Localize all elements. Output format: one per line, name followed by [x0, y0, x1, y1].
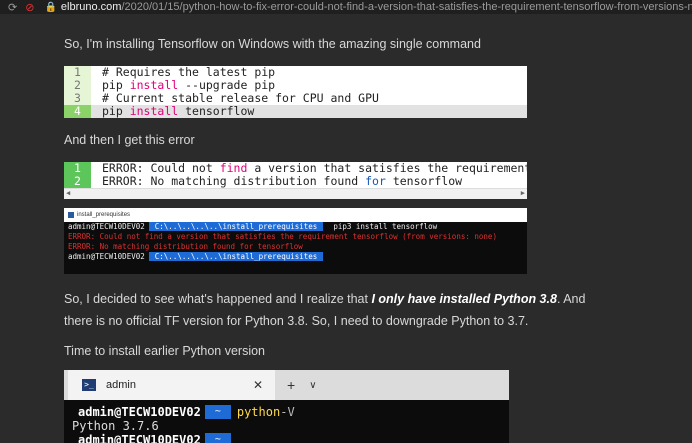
paragraph-4: Time to install earlier Python version: [64, 344, 266, 358]
prompt-user: admin@TECW10DEV02: [68, 222, 145, 231]
lock-icon: 🔒: [44, 1, 57, 13]
terminal-tabbar: >_ admin ✕ + ∨: [64, 370, 509, 400]
prompt-command: python: [236, 405, 281, 419]
code-block-install: 1 # Requires the latest pip 2 pip install …: [64, 66, 527, 118]
tab-title: admin: [106, 379, 136, 391]
url-domain[interactable]: elbruno.com: [61, 1, 122, 13]
prompt-user: admin@TECW10DEV02: [72, 405, 205, 419]
terminal-icon: [68, 212, 74, 218]
scroll-right-icon[interactable]: ▶: [521, 189, 525, 197]
prompt-arg: -V: [280, 405, 295, 419]
prompt-user: admin@TECW10DEV02: [72, 433, 205, 443]
line-number: 2: [64, 175, 91, 188]
output-line: Python 3.7.6: [72, 419, 159, 433]
tab-admin[interactable]: >_ admin ✕: [68, 370, 275, 400]
code-line: ERROR: No matching distribution found fo…: [102, 174, 463, 188]
scroll-left-icon[interactable]: ◀: [66, 189, 70, 197]
new-tab-icon[interactable]: +: [287, 377, 295, 393]
error-line: ERROR: No matching distribution found fo…: [68, 242, 303, 251]
paragraph-1: So, I'm installing Tensorflow on Windows…: [64, 37, 481, 51]
url-path[interactable]: /2020/01/15/python-how-to-fix-error-coul…: [121, 1, 692, 13]
prompt-arrow: ~: [204, 405, 231, 419]
prompt-path: C:\..\..\..\..\install_prerequisites: [148, 222, 324, 231]
emphasis-python-version: I only have installed Python 3.8: [371, 292, 557, 306]
horizontal-scrollbar[interactable]: ◀ ▶: [64, 188, 527, 199]
paragraph-2: And then I get this error: [64, 133, 195, 147]
chevron-down-icon[interactable]: ∨: [309, 380, 316, 391]
powershell-icon: >_: [82, 379, 96, 391]
reload-icon[interactable]: ⟳: [8, 1, 17, 14]
address-bar: ⟳ ⊘ 🔒 elbruno.com /2020/01/15/python-how…: [0, 0, 692, 14]
prompt-user: admin@TECW10DEV02: [68, 252, 145, 261]
prompt-line: admin@TECW10DEV02 ~: [72, 433, 509, 443]
code-block-error: 1 ERROR: Could not find a version that sa…: [64, 162, 527, 199]
paragraph-3: So, I decided to see what's happened and…: [64, 292, 586, 328]
stop-icon[interactable]: ⊘: [25, 1, 34, 14]
prompt-line: admin@TECW10DEV02 C:\..\..\..\..\install_…: [64, 222, 527, 232]
terminal-title: install_prerequisites: [77, 212, 131, 218]
error-line: ERROR: Could not find a version that sat…: [68, 232, 497, 241]
prompt-line: admin@TECW10DEV02 ~ python -V: [72, 405, 509, 419]
terminal-titlebar: install_prerequisites: [64, 208, 527, 222]
prompt-command: pip3 install tensorflow: [333, 222, 438, 231]
prompt-path: C:\..\..\..\..\install_prerequisites: [148, 252, 324, 261]
prompt-arrow: ~: [204, 433, 231, 443]
code-line: pip install tensorflow: [91, 105, 527, 118]
close-icon[interactable]: ✕: [253, 378, 263, 392]
terminal-screenshot-error: install_prerequisites admin@TECW10DEV02 C…: [64, 208, 527, 274]
terminal-screenshot-python: >_ admin ✕ + ∨ admin@TECW10DEV02 ~ python …: [64, 370, 509, 443]
terminal-body: admin@TECW10DEV02 ~ python -V Python 3.7.6…: [64, 405, 509, 443]
prompt-line: admin@TECW10DEV02 C:\..\..\..\..\install_…: [64, 252, 527, 262]
line-number: 4: [64, 105, 91, 118]
